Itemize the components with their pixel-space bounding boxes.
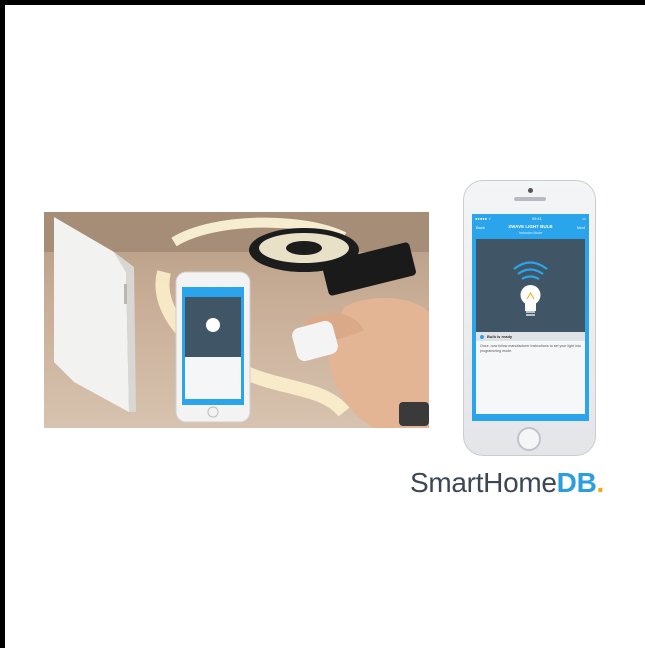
next-button[interactable]: Next: [577, 225, 585, 230]
info-panel: Bulb is ready Once, now follow manufactu…: [476, 332, 585, 414]
clock-text: 09:41: [531, 216, 542, 221]
screen-subtitle: Inclusion Mode: [518, 231, 543, 235]
status-bar: ●●●●● ✓ 09:41 ▭: [472, 214, 589, 223]
app-screen: ●●●●● ✓ 09:41 ▭ Back ZWAVE LIGHT BULB In…: [472, 214, 589, 421]
logo-dot: .: [596, 467, 605, 498]
home-button: [517, 427, 541, 451]
speaker-grille: [514, 197, 546, 201]
carrier-text: ●●●●● ✓: [475, 216, 492, 221]
brand-logo: SmartHomeDB.: [410, 467, 604, 499]
logo-accent: DB: [556, 467, 597, 498]
bottom-bar: [476, 414, 585, 421]
logo-main: SmartHome: [410, 467, 557, 498]
product-photo: [44, 212, 429, 428]
phone-mockup: ●●●●● ✓ 09:41 ▭ Back ZWAVE LIGHT BULB In…: [463, 180, 596, 456]
ready-row: Bulb is ready: [476, 332, 585, 341]
camera-dot: [528, 188, 533, 193]
wifi-bulb-icon: [513, 261, 548, 316]
image-frame: ●●●●● ✓ 09:41 ▭ Back ZWAVE LIGHT BULB In…: [0, 0, 645, 648]
info-dot-icon: [480, 334, 484, 339]
screen-title: ZWAVE LIGHT BULB: [508, 224, 553, 229]
battery-icon: ▭: [582, 216, 586, 221]
hero-illustration: [476, 239, 585, 332]
ready-label: Bulb is ready: [487, 334, 513, 339]
instruction-text: Once, now follow manufacturer instructio…: [480, 344, 581, 353]
nav-bar: Back ZWAVE LIGHT BULB Inclusion Mode Nex…: [472, 223, 589, 239]
